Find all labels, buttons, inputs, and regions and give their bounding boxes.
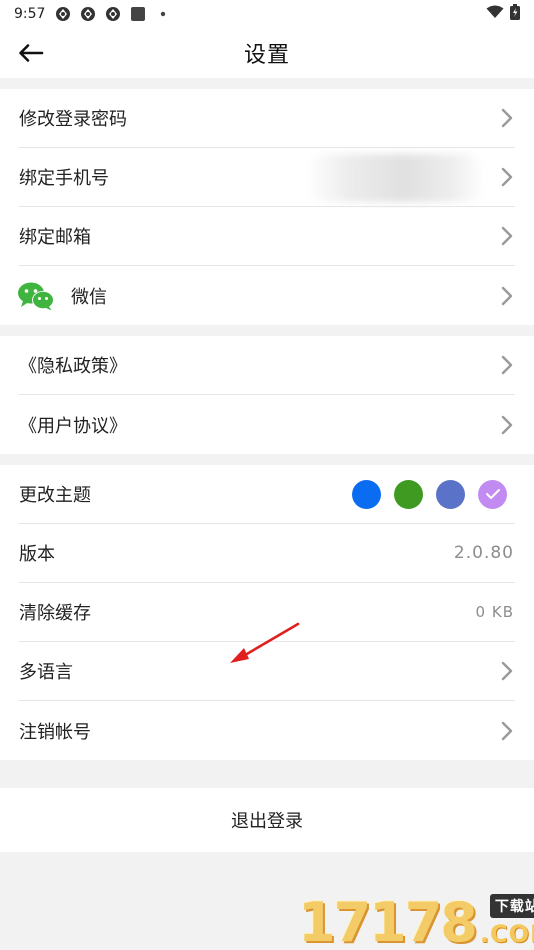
- language-item[interactable]: 多语言: [19, 642, 515, 701]
- version-label: 版本: [19, 544, 55, 565]
- cancel-account-item[interactable]: 注销帐号: [19, 701, 515, 760]
- notification-icon: [80, 6, 96, 22]
- chevron-right-icon: [499, 167, 515, 187]
- chevron-right-icon: [499, 415, 515, 435]
- top-app-bar: 设置: [0, 28, 534, 78]
- user-agreement-label: 《用户协议》: [19, 415, 127, 437]
- clear-cache-item[interactable]: 清除缓存 0 KB: [19, 583, 515, 642]
- chevron-right-icon: [499, 286, 515, 306]
- privacy-policy-item[interactable]: 《隐私政策》: [19, 336, 515, 395]
- general-section: 更改主题 版本 2.0.80 清除缓存 0 KB 多语言 注销帐号: [0, 465, 534, 760]
- settings-screen: 9:57 设置 修改登录密码 绑定手机号 绑定邮箱 微信 《隐私政策》 《用户协…: [0, 0, 534, 950]
- version-value: 2.0.80: [453, 543, 514, 563]
- theme-color-option[interactable]: [436, 479, 465, 509]
- bind-email-label: 绑定邮箱: [19, 227, 91, 248]
- policies-section: 《隐私政策》 《用户协议》: [0, 336, 534, 454]
- logout-button[interactable]: 退出登录: [0, 788, 534, 852]
- notification-icon: [105, 6, 121, 22]
- cache-size-value: 0 KB: [475, 603, 514, 621]
- clear-cache-label: 清除缓存: [19, 603, 91, 624]
- user-agreement-item[interactable]: 《用户协议》: [19, 395, 515, 454]
- chevron-right-icon: [499, 355, 515, 375]
- language-label: 多语言: [19, 662, 73, 683]
- change-theme-item: 更改主题: [19, 465, 515, 524]
- theme-color-option[interactable]: [352, 479, 381, 509]
- bind-phone-item[interactable]: 绑定手机号: [19, 148, 515, 207]
- page-title: 设置: [243, 43, 290, 68]
- privacy-policy-label: 《隐私政策》: [19, 356, 127, 377]
- back-button[interactable]: [14, 38, 48, 68]
- change-password-item[interactable]: 修改登录密码: [19, 89, 515, 148]
- status-time: 9:57: [14, 6, 46, 22]
- theme-color-option[interactable]: [394, 479, 423, 509]
- watermark-tag: 下载站: [489, 894, 534, 918]
- battery-icon: [510, 4, 520, 24]
- wechat-icon: [18, 282, 54, 310]
- chevron-right-icon: [499, 661, 515, 681]
- chevron-right-icon: [499, 721, 515, 741]
- theme-color-option[interactable]: [478, 479, 507, 509]
- chevron-right-icon: [499, 226, 515, 246]
- wechat-item[interactable]: 微信: [18, 266, 515, 325]
- change-theme-label: 更改主题: [19, 485, 91, 506]
- back-arrow-icon: [19, 44, 44, 62]
- dot-icon: [155, 6, 171, 22]
- theme-color-picker: [352, 479, 507, 509]
- app-icon: [130, 6, 146, 22]
- blurred-phone-value: [305, 154, 485, 202]
- watermark-suffix: .COM: [479, 920, 534, 948]
- account-section: 修改登录密码 绑定手机号 绑定邮箱 微信: [0, 89, 534, 325]
- wechat-label: 微信: [71, 286, 107, 308]
- bind-email-item[interactable]: 绑定邮箱: [19, 207, 515, 266]
- status-bar: 9:57: [0, 0, 534, 28]
- wifi-icon: [486, 5, 504, 23]
- site-watermark: 17178 下载站 .COM: [298, 890, 534, 950]
- cancel-account-label: 注销帐号: [19, 721, 91, 743]
- check-icon: [485, 489, 500, 499]
- watermark-number: 17178: [298, 891, 478, 950]
- change-password-label: 修改登录密码: [19, 109, 127, 130]
- version-item: 版本 2.0.80: [19, 524, 515, 583]
- chevron-right-icon: [499, 108, 515, 128]
- notification-icon: [55, 6, 71, 22]
